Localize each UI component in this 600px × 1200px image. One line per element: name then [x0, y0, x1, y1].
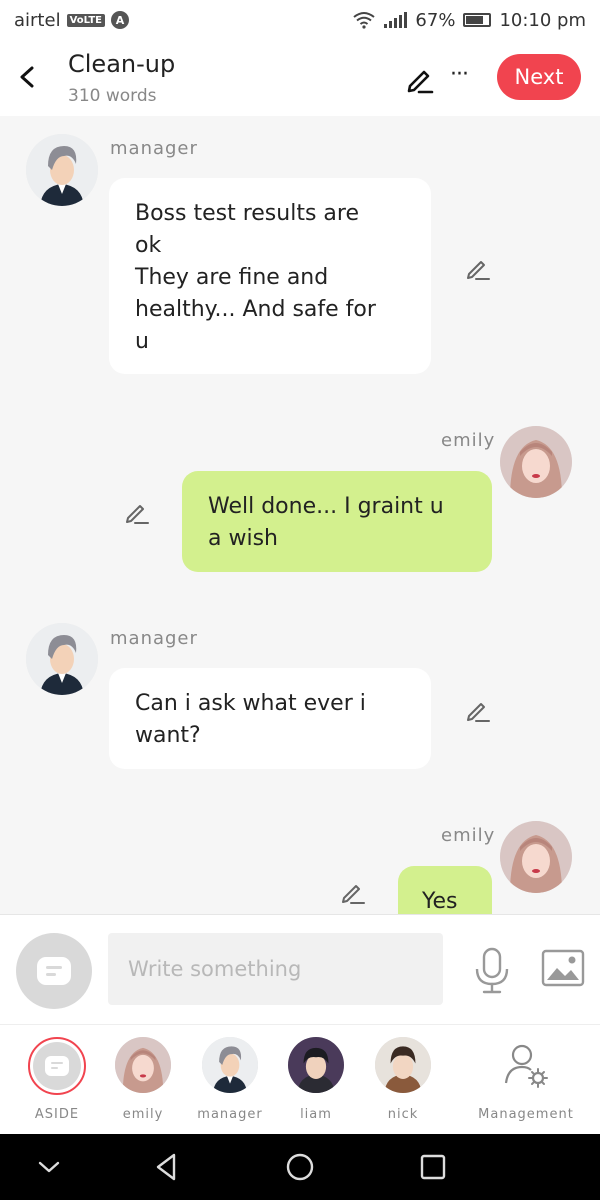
- sender-name: emily: [441, 430, 496, 451]
- message-bubble[interactable]: Boss test results are ok They are fine a…: [109, 178, 431, 374]
- nav-back-icon[interactable]: [150, 1150, 184, 1184]
- message-line: Boss test results are: [135, 201, 359, 226]
- message-line: Can i ask what ever i: [135, 691, 366, 716]
- nav-down-icon[interactable]: [32, 1150, 66, 1184]
- back-arrow-icon[interactable]: [14, 60, 40, 94]
- character-label: ASIDE: [34, 1107, 80, 1122]
- character-management[interactable]: Management: [478, 1037, 574, 1122]
- message-bubble[interactable]: Yes: [398, 866, 492, 914]
- emily-avatar[interactable]: [500, 821, 572, 893]
- pencil-icon[interactable]: [463, 696, 491, 724]
- volte-badge: VoLTE: [66, 13, 106, 27]
- pencil-icon[interactable]: [463, 254, 491, 282]
- emily-avatar: [115, 1037, 171, 1093]
- chat-icon: [37, 957, 71, 985]
- character-label: nick: [387, 1107, 419, 1122]
- message-line: Yes: [422, 889, 458, 914]
- network-icon: A: [111, 11, 130, 29]
- sender-name: emily: [441, 825, 496, 846]
- character-emily[interactable]: emily: [103, 1037, 183, 1122]
- management-icon: [504, 1044, 548, 1088]
- wifi-icon: [353, 12, 376, 29]
- message-input[interactable]: [108, 933, 443, 1005]
- battery-percent: 67%: [415, 9, 456, 31]
- clock: 10:10 pm: [499, 9, 586, 31]
- pencil-icon[interactable]: [338, 878, 366, 906]
- message-line: want?: [135, 723, 201, 748]
- next-button[interactable]: Next: [497, 54, 581, 100]
- character-manager[interactable]: manager: [190, 1037, 270, 1122]
- pencil-icon[interactable]: [404, 64, 434, 94]
- manager-avatar: [202, 1037, 258, 1093]
- carrier-name: airtel: [14, 9, 61, 31]
- chat-icon: [45, 1056, 69, 1076]
- message-line: a wish: [208, 526, 278, 551]
- message-line: u: [135, 329, 149, 354]
- more-icon[interactable]: ···: [450, 62, 469, 87]
- sender-name: manager: [110, 138, 198, 159]
- microphone-icon[interactable]: [472, 947, 512, 995]
- story-title: Clean-up: [68, 50, 176, 78]
- character-liam[interactable]: liam: [276, 1037, 356, 1122]
- sender-name: manager: [110, 628, 198, 649]
- message-line: Well done... I graint u: [208, 494, 444, 519]
- signal-icon: [384, 12, 408, 28]
- pencil-icon[interactable]: [122, 498, 150, 526]
- top-app-bar: Clean-up 310 words ··· Next: [0, 40, 600, 116]
- aside-toggle-button[interactable]: [16, 933, 92, 1009]
- manager-avatar[interactable]: [26, 623, 98, 695]
- character-label: liam: [300, 1107, 332, 1122]
- character-bar: ASIDE emily manager liam nick Management: [0, 1024, 600, 1134]
- character-label: emily: [122, 1107, 164, 1122]
- message-line: ok: [135, 233, 162, 258]
- compose-bar: [0, 914, 600, 1024]
- character-label: manager: [197, 1107, 263, 1122]
- status-bar: airtel VoLTE A 67% 10:10 pm: [0, 0, 600, 40]
- nick-avatar: [375, 1037, 431, 1093]
- message-bubble[interactable]: Well done... I graint u a wish: [182, 471, 492, 572]
- liam-avatar: [288, 1037, 344, 1093]
- battery-icon: [463, 13, 492, 27]
- message-line: healthy... And safe for: [135, 297, 376, 322]
- manager-avatar[interactable]: [26, 134, 98, 206]
- character-nick[interactable]: nick: [363, 1037, 443, 1122]
- aside-avatar: [28, 1037, 86, 1095]
- word-count: 310 words: [68, 86, 157, 106]
- aside-avatar-inner: [33, 1042, 81, 1090]
- message-line: They are fine and: [135, 265, 329, 290]
- image-icon[interactable]: [541, 949, 585, 987]
- character-aside[interactable]: ASIDE: [17, 1037, 97, 1122]
- chat-thread[interactable]: manager Boss test results are ok They ar…: [0, 116, 600, 914]
- nav-recents-icon[interactable]: [416, 1150, 450, 1184]
- system-nav-bar: [0, 1134, 600, 1200]
- nav-home-icon[interactable]: [283, 1150, 317, 1184]
- message-bubble[interactable]: Can i ask what ever i want?: [109, 668, 431, 769]
- emily-avatar[interactable]: [500, 426, 572, 498]
- character-label: Management: [478, 1107, 574, 1122]
